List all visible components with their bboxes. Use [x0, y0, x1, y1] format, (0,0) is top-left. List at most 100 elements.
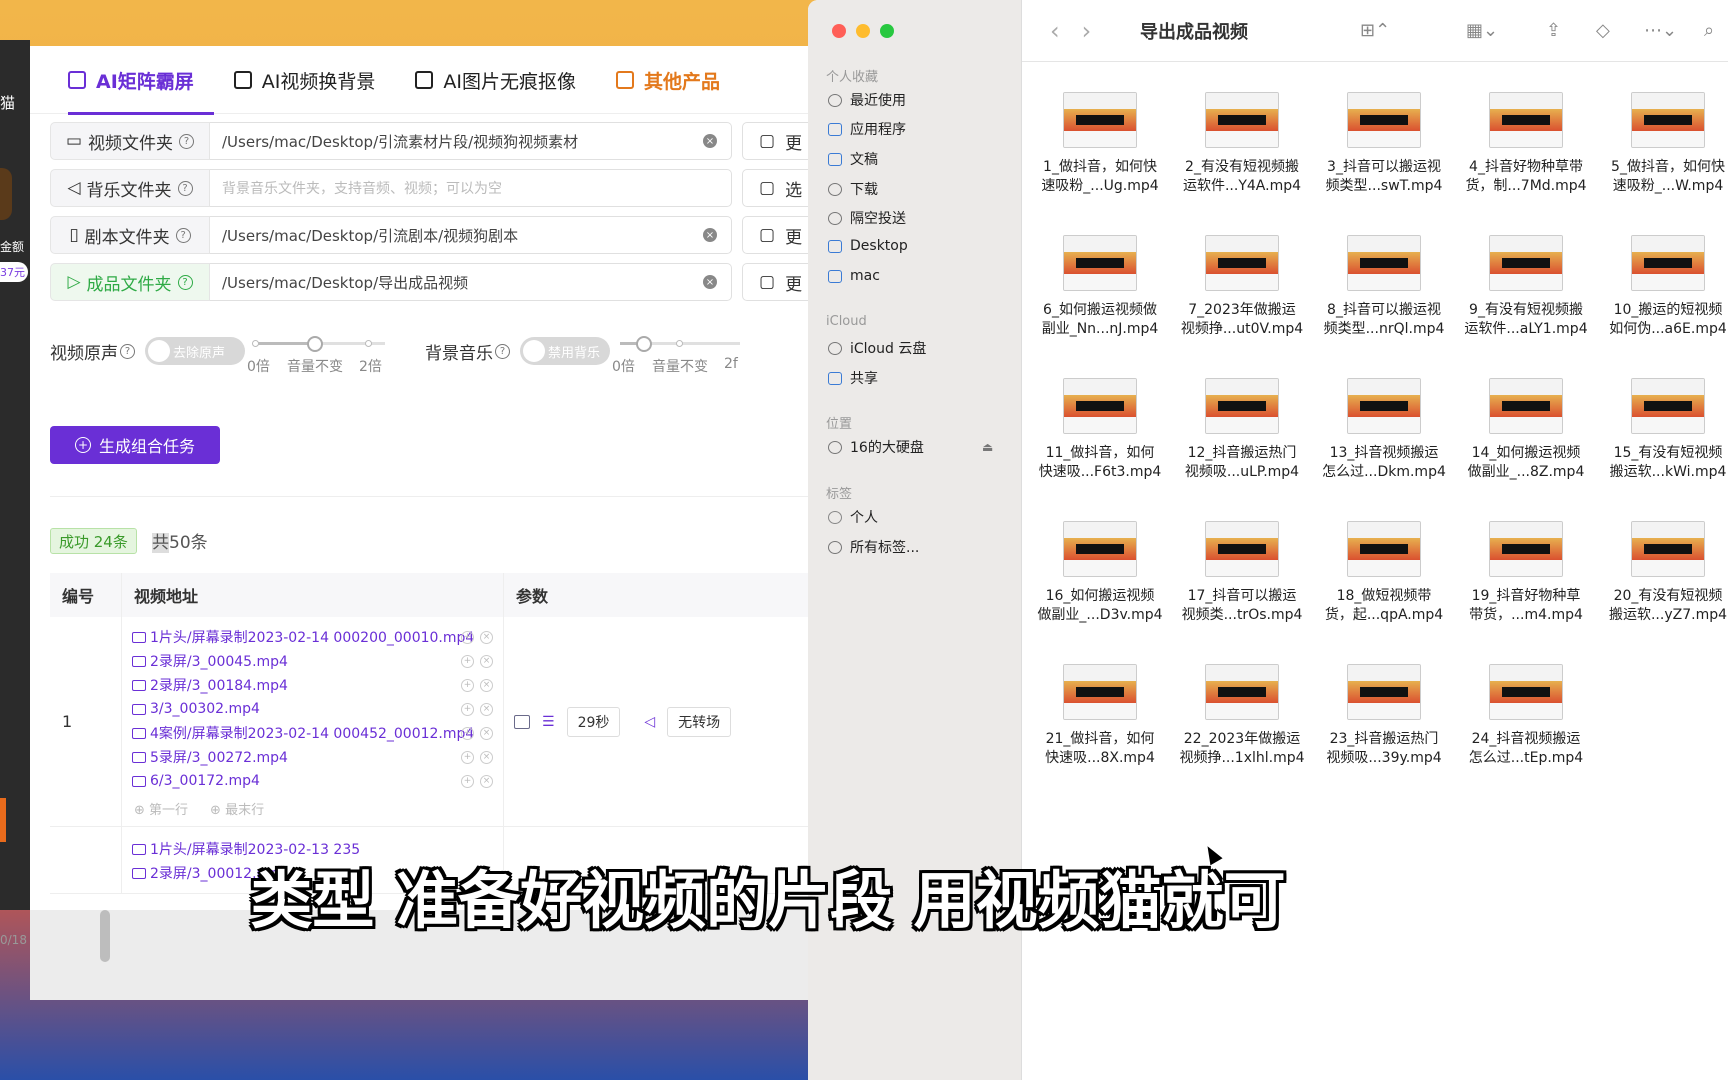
file-item[interactable]: 19_抖音好物种草 带货，...m4.mp4 [1456, 521, 1596, 625]
clear-icon[interactable]: × [703, 134, 717, 148]
file-item[interactable]: 2录屏/3_00045.mp4 + × [132, 649, 503, 673]
sidebar-item-disk[interactable]: 16的大硬盘 [828, 437, 924, 457]
remove-icon[interactable]: × [480, 654, 493, 668]
add-icon[interactable]: + [461, 726, 474, 740]
sidebar-item-desktop[interactable]: Desktop [828, 238, 908, 254]
file-item[interactable]: 17_抖音可以搬运 视频类...trOs.mp4 [1172, 521, 1312, 625]
remove-icon[interactable]: × [480, 750, 493, 764]
file-item[interactable]: 10_搬运的短视频 如何伪...a6E.mp4 [1598, 235, 1728, 339]
file-item[interactable]: 7_2023年做搬运 视频挣...ut0V.mp4 [1172, 235, 1312, 339]
clear-icon[interactable]: × [703, 228, 717, 242]
slider-knob[interactable] [636, 336, 652, 352]
add-icon[interactable]: + [461, 774, 474, 788]
clear-icon[interactable]: × [703, 275, 717, 289]
file-item[interactable]: 16_如何搬运视频 做副业_...D3v.mp4 [1030, 521, 1170, 625]
add-icon[interactable]: + [461, 654, 474, 668]
video-folder-input[interactable]: /Users/mac/Desktop/引流素材片段/视频狗视频素材 × [210, 122, 732, 160]
file-item[interactable]: 3/3_00302.mp4 + × [132, 697, 503, 721]
more-icon[interactable]: ⋯⌄ [1644, 20, 1677, 41]
tab-ai-matrix[interactable]: AI矩阵霸屏 [48, 46, 214, 115]
generate-task-button[interactable]: + 生成组合任务 [50, 426, 220, 464]
eject-icon[interactable]: ⏏ [982, 440, 993, 454]
add-last-row-button[interactable]: ⊕ 最末行 [210, 799, 264, 818]
monitor-icon[interactable] [514, 714, 530, 729]
view-grid-icon[interactable]: ⊞⌃ [1360, 20, 1390, 41]
minimize-button[interactable] [856, 24, 870, 38]
file-item[interactable]: 12_抖音搬运热门 视频吸...uLP.mp4 [1172, 378, 1312, 482]
remove-icon[interactable]: × [480, 678, 493, 692]
sidebar-item-recents[interactable]: 最近使用 [828, 90, 906, 110]
file-item[interactable]: 20_有没有短视频 搬运软...yZ7.mp4 [1598, 521, 1728, 625]
back-icon[interactable]: ‹ [1050, 17, 1060, 45]
remove-icon[interactable]: × [480, 774, 493, 788]
file-item[interactable]: 9_有没有短视频搬 运软件...aLY1.mp4 [1456, 235, 1596, 339]
file-item[interactable]: 1_做抖音，如何快 速吸粉_...Ug.mp4 [1030, 92, 1170, 196]
script-folder-input[interactable]: /Users/mac/Desktop/引流剧本/视频狗剧本 × [210, 216, 732, 254]
change-script-folder-button[interactable]: ▢ 更 [742, 216, 810, 254]
file-item[interactable]: 4_抖音好物种草带 货，制...7Md.mp4 [1456, 92, 1596, 196]
music-folder-input[interactable]: 背景音乐文件夹，支持音频、视频；可以为空 [210, 169, 732, 207]
sidebar-item-downloads[interactable]: 下载 [828, 179, 878, 199]
tab-other-products[interactable]: 其他产品 [596, 46, 740, 114]
list-icon[interactable]: ☰ [542, 714, 555, 730]
file-item[interactable]: 18_做短视频带 货，起...qpA.mp4 [1314, 521, 1454, 625]
file-item[interactable]: 23_抖音搬运热门 视频吸...39y.mp4 [1314, 664, 1454, 768]
add-icon[interactable]: + [461, 630, 474, 644]
sidebar-item-applications[interactable]: 应用程序 [828, 119, 906, 139]
file-item[interactable]: 6/3_00172.mp4 + × [132, 769, 503, 793]
file-item[interactable]: 22_2023年做搬运 视频挣...1xlhl.mp4 [1172, 664, 1312, 768]
file-item[interactable]: 21_做抖音，如何 快速吸...8X.mp4 [1030, 664, 1170, 768]
add-icon[interactable]: + [461, 678, 474, 692]
file-item[interactable]: 4案例/屏幕录制2023-02-14 000452_00012.mp4 + × [132, 721, 503, 745]
file-item[interactable]: 24_抖音视频搬运 怎么过...tEp.mp4 [1456, 664, 1596, 768]
video-volume-slider[interactable]: 0倍 音量不变 2倍 [247, 336, 385, 380]
share-icon[interactable]: ⇪ [1546, 20, 1561, 41]
file-item[interactable]: 5录屏/3_00272.mp4 + × [132, 745, 503, 769]
change-video-folder-button[interactable]: ▢ 更 [742, 122, 810, 160]
help-icon[interactable]: ? [175, 227, 191, 243]
remove-icon[interactable]: × [480, 630, 493, 644]
file-item[interactable]: 11_做抖音，如何 快速吸...F6t3.mp4 [1030, 378, 1170, 482]
help-icon[interactable]: ? [495, 343, 510, 359]
forward-icon[interactable]: › [1082, 17, 1092, 45]
file-item[interactable]: 3_抖音可以搬运视 频类型...swT.mp4 [1314, 92, 1454, 196]
remove-icon[interactable]: × [480, 702, 493, 716]
choose-music-folder-button[interactable]: ▢ 选 [742, 169, 810, 207]
sidebar-item-airdrop[interactable]: 隔空投送 [828, 208, 906, 228]
disable-bg-music-toggle[interactable]: 禁用背乐 [520, 337, 610, 365]
sidebar-item-documents[interactable]: 文稿 [828, 149, 878, 169]
file-item[interactable]: 13_抖音视频搬运 怎么过...Dkm.mp4 [1314, 378, 1454, 482]
sidebar-item-shared[interactable]: 共享 [828, 368, 878, 388]
tab-ai-image-cutout[interactable]: AI图片无痕抠像 [395, 46, 596, 114]
file-item[interactable]: 8_抖音可以搬运视 频类型...nrQl.mp4 [1314, 235, 1454, 339]
close-button[interactable] [832, 24, 846, 38]
file-item[interactable]: 2录屏/3_00184.mp4 + × [132, 673, 503, 697]
help-icon[interactable]: ? [177, 180, 193, 196]
change-output-folder-button[interactable]: ▢ 更 [742, 263, 810, 301]
group-icon[interactable]: ▦⌄ [1466, 20, 1498, 41]
file-item[interactable]: 14_如何搬运视频 做副业_...8Z.mp4 [1456, 378, 1596, 482]
sidebar-item-icloud-drive[interactable]: iCloud 云盘 [828, 338, 926, 358]
file-item[interactable]: 15_有没有短视频 搬运软...kWi.mp4 [1598, 378, 1728, 482]
add-first-row-button[interactable]: ⊕ 第一行 [134, 799, 188, 818]
file-item[interactable]: 6_如何搬运视频做 副业_Nn...nJ.mp4 [1030, 235, 1170, 339]
file-item[interactable]: 2_有没有短视频搬 运软件...Y4A.mp4 [1172, 92, 1312, 196]
remove-original-audio-toggle[interactable]: 去除原声 [145, 337, 245, 365]
file-item[interactable]: 1片头/屏幕录制2023-02-14 000200_00010.mp4 + × [132, 625, 503, 649]
search-icon[interactable]: ⌕ [1704, 20, 1714, 41]
add-icon[interactable]: + [461, 750, 474, 764]
help-icon[interactable]: ? [177, 274, 193, 290]
tag-icon[interactable]: ◇ [1596, 20, 1610, 41]
add-icon[interactable]: + [461, 702, 474, 716]
sidebar-item-home[interactable]: mac [828, 268, 880, 284]
sidebar-item-tag-personal[interactable]: 个人 [828, 507, 878, 527]
zoom-button[interactable] [880, 24, 894, 38]
slider-knob[interactable] [307, 336, 323, 352]
help-icon[interactable]: ? [120, 343, 135, 359]
output-folder-input[interactable]: /Users/mac/Desktop/导出成品视频 × [210, 263, 732, 301]
remove-icon[interactable]: × [480, 726, 493, 740]
speaker-icon[interactable]: ◁ [644, 714, 655, 730]
tab-ai-video-background[interactable]: AI视频换背景 [214, 46, 396, 114]
bg-volume-slider[interactable]: 0倍 音量不变 2f [612, 336, 740, 380]
help-icon[interactable]: ? [179, 133, 195, 149]
